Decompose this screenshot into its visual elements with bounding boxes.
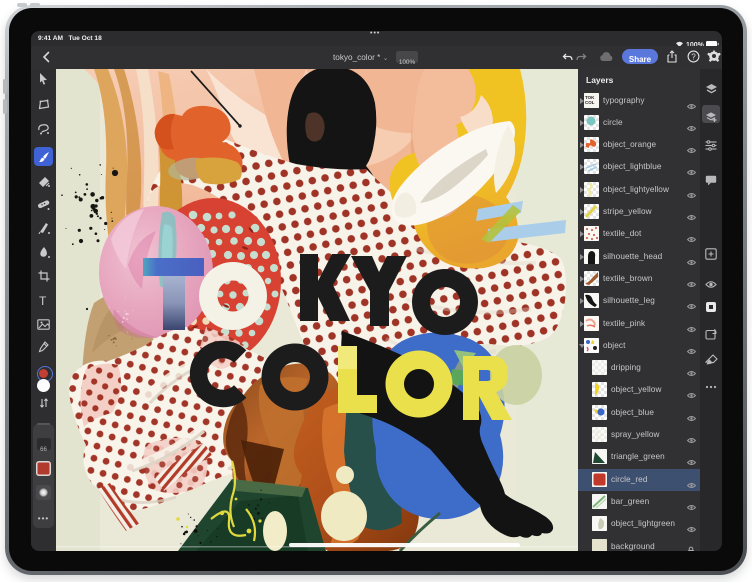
- svg-text:COL: COL: [585, 100, 595, 105]
- svg-text:?: ?: [691, 52, 696, 61]
- svg-text:T: T: [39, 295, 47, 306]
